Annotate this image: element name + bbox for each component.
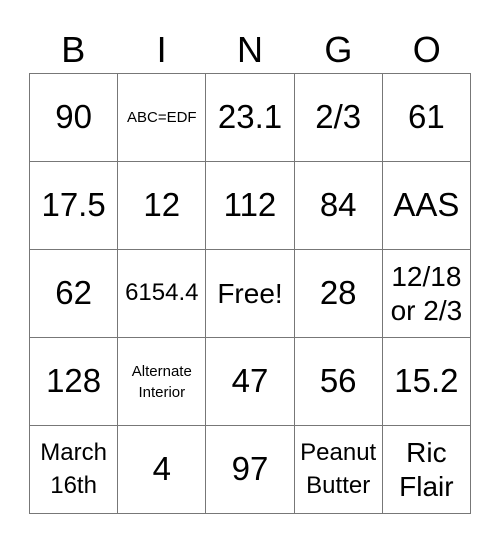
cell-text: 2/3 [315,98,362,136]
bingo-cell[interactable]: 56 [294,338,383,426]
free-space-cell[interactable]: Free! [206,250,295,338]
cell-text: 47 [231,362,269,400]
cell-text: 6154.4 [125,279,199,307]
bingo-cell[interactable]: 90 [30,74,119,162]
cell-text: Ric Flair [399,436,454,502]
cell-text: 12/18 or 2/3 [390,260,463,326]
cell-text: Peanut Butter [300,439,377,499]
cell-text: 4 [152,450,171,488]
cell-text: 15.2 [394,362,459,400]
header-letter-b: B [61,29,86,70]
header-letter-o: O [412,29,441,70]
bingo-cell[interactable]: Ric Flair [382,426,471,514]
bingo-cell[interactable]: 2/3 [294,74,383,162]
bingo-cell[interactable]: Alternate Interior [118,338,207,426]
cell-text: 56 [319,362,357,400]
cell-text: 17.5 [41,186,106,224]
cell-text: March 16th [40,439,107,499]
bingo-cell[interactable]: 17.5 [30,162,119,250]
bingo-cell[interactable]: 84 [294,162,383,250]
bingo-header: BINGO [29,28,471,72]
cell-text: 97 [231,450,269,488]
bingo-cell[interactable]: 4 [118,426,207,514]
cell-text: Alternate Interior [131,362,192,401]
cell-text: 23.1 [217,98,283,136]
bingo-cell[interactable]: 47 [206,338,295,426]
header-letter-g: G [324,29,353,70]
cell-text: 90 [55,98,92,136]
cell-text: 84 [319,186,357,224]
bingo-cell[interactable]: AAS [382,162,471,250]
cell-text: 128 [46,362,102,400]
bingo-cell[interactable]: ABC=EDF [118,74,207,162]
bingo-cell[interactable]: 61 [382,74,471,162]
bingo-cell[interactable]: 62 [30,250,119,338]
bingo-grid: 90 ABC=EDF 23.1 2/3 61 17.5 12 112 84 AAS 62 6154.4… [29,73,471,514]
bingo-cell[interactable]: 128 [30,338,119,426]
bingo-cell[interactable]: 15.2 [382,338,471,426]
bingo-cell[interactable]: 112 [206,162,295,250]
cell-text: 61 [408,98,445,136]
bingo-cell[interactable]: 12/18 or 2/3 [382,250,471,338]
bingo-cell[interactable]: Peanut Butter [294,426,383,514]
header-letter-n: N [236,29,263,70]
cell-text: 62 [55,274,92,312]
cell-text: 112 [223,186,277,224]
bingo-cell[interactable]: 28 [294,250,383,338]
cell-text: AAS [393,186,460,224]
cell-text: 28 [319,274,357,312]
cell-text: ABC=EDF [126,109,197,126]
cell-text: Free! [217,277,283,309]
bingo-cell[interactable]: 6154.4 [118,250,207,338]
cell-text: 12 [143,186,181,224]
bingo-cell[interactable]: 12 [118,162,207,250]
bingo-cell[interactable]: March 16th [30,426,119,514]
bingo-cell[interactable]: 23.1 [206,74,295,162]
header-letter-i: I [156,29,167,70]
bingo-cell[interactable]: 97 [206,426,295,514]
